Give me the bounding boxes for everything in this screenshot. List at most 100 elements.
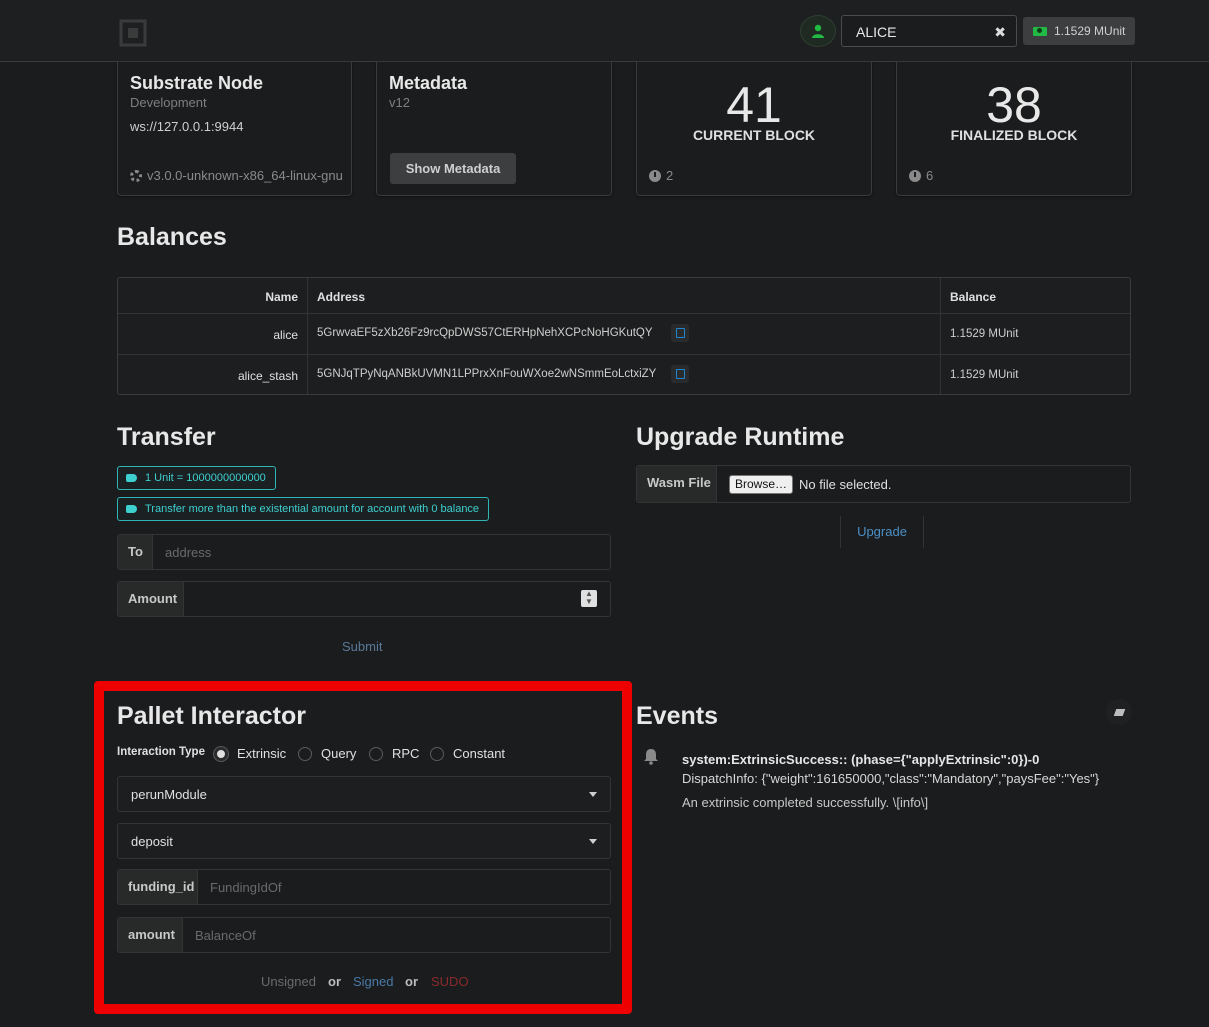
submit-button[interactable]: Submit xyxy=(342,639,382,654)
pallet-dropdown[interactable]: perunModule xyxy=(117,776,611,812)
balances-table: Name Address Balance alice 5GrwvaEF5zXb2… xyxy=(117,277,1131,395)
account-address-cell: 5GNJqTPyNqANBkUVMN1LPPrxXnFouWXoe2wNSmmE… xyxy=(317,368,657,380)
event-info: DispatchInfo: {"weight":161650000,"class… xyxy=(682,771,1100,786)
radio-extrinsic[interactable]: Extrinsic xyxy=(214,746,286,761)
top-bar: ALICE ✖ 1.1529 MUnit xyxy=(0,0,1209,62)
metadata-version: v12 xyxy=(389,95,410,110)
show-metadata-button[interactable]: Show Metadata xyxy=(390,153,516,184)
copy-icon[interactable] xyxy=(671,365,689,383)
event-description: An extrinsic completed successfully. \[i… xyxy=(682,795,929,810)
eraser-icon xyxy=(1113,708,1125,716)
account-name: ALICE xyxy=(856,24,897,40)
transfer-amount-field[interactable]: Amount ▲ ▼ xyxy=(117,581,611,617)
node-socket: ws://127.0.0.1:9944 xyxy=(130,119,244,134)
radio-label: Query xyxy=(321,746,357,761)
upgrade-button[interactable]: Upgrade xyxy=(840,516,924,548)
finalized-block-card: 38 FINALIZED BLOCK 6 xyxy=(896,62,1132,196)
copy-icon[interactable] xyxy=(671,324,689,342)
amount-label: Amount xyxy=(118,582,184,616)
radio-label: Extrinsic xyxy=(237,746,287,761)
unsigned-button[interactable]: Unsigned xyxy=(261,974,316,989)
interaction-type-label: Interaction Type xyxy=(117,746,205,758)
wasm-label: Wasm File xyxy=(637,466,717,502)
events-heading: Events xyxy=(636,702,718,730)
account-selector[interactable]: ALICE ✖ xyxy=(841,15,1017,47)
browse-button[interactable]: Browse… xyxy=(729,475,793,494)
radio-constant[interactable]: Constant xyxy=(430,746,505,761)
gear-icon xyxy=(130,169,142,182)
no-file-text: No file selected. xyxy=(799,477,892,492)
to-label: To xyxy=(118,535,153,569)
account-balance-cell: 1.1529 MUnit xyxy=(950,328,1019,340)
chevron-down-icon xyxy=(589,839,597,844)
current-block-label: CURRENT BLOCK xyxy=(692,127,816,143)
account-name-cell: alice xyxy=(273,328,298,342)
upgrade-heading: Upgrade Runtime xyxy=(636,423,845,451)
wasm-file-field: Wasm File No file selected. xyxy=(636,465,1131,503)
funding-id-label: funding_id xyxy=(118,870,198,904)
sudo-button[interactable]: SUDO xyxy=(431,974,469,989)
table-row: alice_stash 5GNJqTPyNqANBkUVMN1LPPrxXnFo… xyxy=(118,355,1130,395)
amount-param-input[interactable]: BalanceOf xyxy=(195,928,256,943)
node-info-card: Substrate Node Development ws://127.0.0.… xyxy=(117,62,352,196)
radio-dot[interactable] xyxy=(298,746,312,761)
finalized-block-label: FINALIZED BLOCK xyxy=(950,127,1078,143)
account-avatar[interactable] xyxy=(800,15,836,47)
table-header-row: Name Address Balance xyxy=(118,278,1130,314)
current-block-card: 41 CURRENT BLOCK 2 xyxy=(636,62,872,196)
event-title: system:ExtrinsicSuccess:: (phase={"apply… xyxy=(682,752,1040,767)
pallet-value: perunModule xyxy=(131,787,207,802)
radio-dot[interactable] xyxy=(430,746,444,761)
amount-param-label: amount xyxy=(118,918,183,952)
radio-label: Constant xyxy=(453,746,506,761)
or-separator: or xyxy=(328,974,341,989)
pallet-heading: Pallet Interactor xyxy=(117,702,306,730)
table-row: alice 5GrwvaEF5zXb26Fz9rcQpDWS57CtERHpNe… xyxy=(118,314,1130,355)
bell-icon xyxy=(644,749,658,765)
callable-dropdown[interactable]: deposit xyxy=(117,823,611,859)
finalized-block-timer: 6 xyxy=(926,168,934,183)
node-version-row: v3.0.0-unknown-x86_64-linux-gnu xyxy=(130,168,343,183)
to-input[interactable]: address xyxy=(165,545,211,560)
or-separator: or xyxy=(405,974,418,989)
finalized-block-timer-row: 6 xyxy=(909,168,933,183)
transfer-heading: Transfer xyxy=(117,423,216,451)
amount-stepper[interactable]: ▲ ▼ xyxy=(581,590,597,607)
clear-events-button[interactable] xyxy=(1106,699,1132,725)
clock-icon xyxy=(649,169,661,182)
existential-info-text: Transfer more than the existential amoun… xyxy=(145,503,480,515)
balances-heading: Balances xyxy=(117,223,227,251)
user-icon xyxy=(812,24,824,38)
hand-point-right-icon xyxy=(126,505,137,513)
radio-rpc[interactable]: RPC xyxy=(369,746,419,761)
account-name-cell: alice_stash xyxy=(237,369,298,383)
finalized-block-number: 38 xyxy=(986,77,1042,133)
node-title: Substrate Node xyxy=(130,73,264,93)
current-block-timer-row: 2 xyxy=(649,168,673,183)
clock-icon xyxy=(909,169,921,182)
node-version: v3.0.0-unknown-x86_64-linux-gnu xyxy=(147,168,343,183)
radio-query[interactable]: Query xyxy=(298,746,356,761)
account-balance-cell: 1.1529 MUnit xyxy=(950,369,1019,381)
existential-info-message: Transfer more than the existential amoun… xyxy=(117,497,490,521)
current-block-timer: 2 xyxy=(666,168,674,183)
account-balance-badge: 1.1529 MUnit xyxy=(1023,17,1136,45)
amount-param-field[interactable]: amount BalanceOf xyxy=(117,917,611,953)
header-name: Name xyxy=(265,290,298,304)
funding-id-field[interactable]: funding_id FundingIdOf xyxy=(117,869,611,905)
callable-value: deposit xyxy=(131,834,173,849)
unit-info-text: 1 Unit = 1000000000000 xyxy=(145,472,266,484)
transfer-to-field[interactable]: To address xyxy=(117,534,611,570)
radio-dot[interactable] xyxy=(214,746,228,761)
radio-dot[interactable] xyxy=(369,746,383,761)
signed-button[interactable]: Signed xyxy=(353,974,393,989)
funding-id-input[interactable]: FundingIdOf xyxy=(210,880,282,895)
account-address-cell: 5GrwvaEF5zXb26Fz9rcQpDWS57CtERHpNehXCPcN… xyxy=(317,327,653,339)
clear-account-icon[interactable]: ✖ xyxy=(994,24,1006,41)
current-block-number: 41 xyxy=(726,77,782,133)
chevron-down-icon xyxy=(589,792,597,797)
node-chain: Development xyxy=(130,95,207,110)
hand-point-right-icon xyxy=(126,474,137,482)
substrate-logo-icon xyxy=(119,19,147,47)
account-balance: 1.1529 MUnit xyxy=(1054,24,1126,38)
